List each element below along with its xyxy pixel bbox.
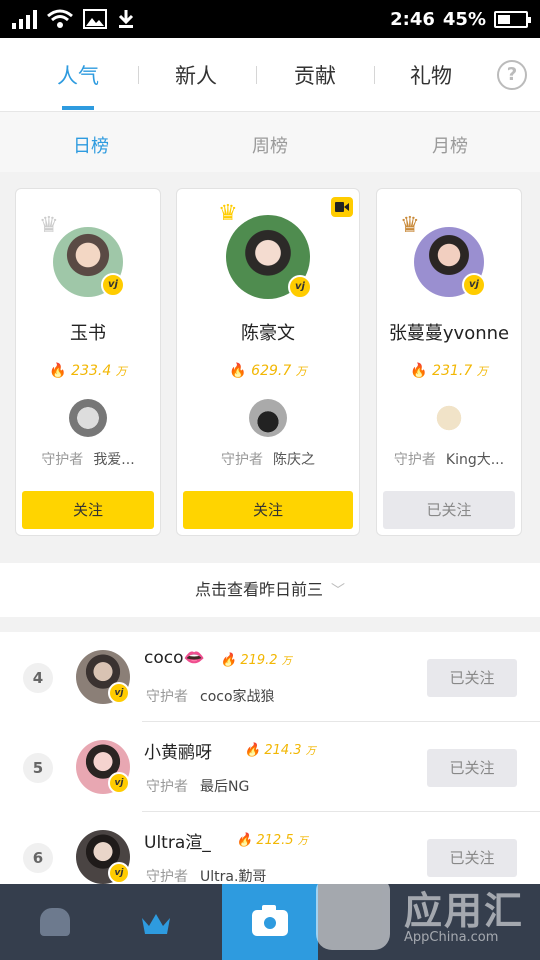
top-card-rank-1[interactable]: ♛ vj 陈豪文 🔥 629.7 万 守护者 陈庆之 关注 <box>176 188 360 536</box>
image-icon <box>83 9 107 29</box>
top-card-rank-2[interactable]: ♛ vj 玉书 🔥 233.4 万 守护者 我爱... 关注 <box>15 188 161 536</box>
period-tabs: 日榜 周榜 月榜 <box>0 112 540 172</box>
wifi-icon <box>47 9 73 28</box>
avatar[interactable]: ♛ vj <box>39 213 125 297</box>
verified-badge: vj <box>101 273 125 297</box>
streamer-name: 陈豪文 <box>241 323 295 344</box>
tab-monthly[interactable]: 月榜 <box>405 132 495 158</box>
rank-number: 5 <box>23 753 53 783</box>
avatar[interactable]: ♛ vj <box>218 201 312 299</box>
download-icon <box>118 10 134 28</box>
bronze-crown-icon: ♛ <box>400 213 420 238</box>
status-bar: 2:46 45% <box>0 0 540 38</box>
tab-divider <box>374 66 375 84</box>
flame-icon: 🔥 <box>49 363 67 379</box>
streamer-name: Ultra渲_ <box>144 833 211 853</box>
popularity-value: 🔥 212.5 万 <box>236 833 308 848</box>
silver-crown-icon: ♛ <box>39 213 59 238</box>
tab-gifts[interactable]: 礼物 <box>386 60 476 90</box>
guardian-line: 守护者 Ultra.勤哥 <box>146 869 267 885</box>
guardian-avatar[interactable] <box>249 399 287 437</box>
signal-icon <box>12 9 37 29</box>
watermark-text: 应用汇 <box>404 889 525 933</box>
streamer-name: 小黄鹂呀 <box>144 743 212 763</box>
follow-button[interactable]: 关注 <box>22 491 154 529</box>
battery-percent: 45% <box>442 8 486 30</box>
top-card-rank-3[interactable]: ♛ vj 张蔓蔓yvonne 🔥 231.7 万 守护者 King大... 已关注 <box>376 188 522 536</box>
list-item[interactable]: 4 vj coco👄 🔥 219.2 万 守护者 coco家战狼 已关注 <box>0 632 540 722</box>
help-icon[interactable]: ? <box>497 60 527 90</box>
guardian-avatar[interactable] <box>69 399 107 437</box>
shopping-bag-icon <box>316 880 390 950</box>
flame-icon: 🔥 <box>410 363 428 379</box>
flame-icon: 🔥 <box>229 363 247 379</box>
rank-number: 4 <box>23 663 53 693</box>
guardian-line: 守护者 coco家战狼 <box>146 689 275 705</box>
nav-camera[interactable] <box>222 884 318 960</box>
streamer-name: coco👄 <box>144 648 205 668</box>
popularity-value: 🔥 219.2 万 <box>220 653 292 668</box>
tab-popularity[interactable]: 人气 <box>33 60 123 90</box>
verified-badge: vj <box>462 273 486 297</box>
followed-button[interactable]: 已关注 <box>383 491 515 529</box>
verified-badge: vj <box>108 772 130 794</box>
chevron-down-icon: ﹀ <box>331 583 345 599</box>
popularity-value: 🔥 214.3 万 <box>244 743 316 758</box>
live-camera-icon <box>331 197 353 217</box>
clock: 2:46 <box>390 8 435 30</box>
followed-button[interactable]: 已关注 <box>427 659 517 697</box>
rank-number: 6 <box>23 843 53 873</box>
tab-contribution[interactable]: 贡献 <box>270 60 360 90</box>
tab-newcomer[interactable]: 新人 <box>151 60 241 90</box>
verified-badge: vj <box>288 275 312 299</box>
active-tab-indicator <box>62 106 94 110</box>
tab-weekly[interactable]: 周榜 <box>225 132 315 158</box>
popularity-value: 🔥 629.7 万 <box>229 363 307 379</box>
nav-ranking[interactable] <box>126 884 186 960</box>
yesterday-top3-link[interactable]: 点击查看昨日前三 ﹀ <box>0 563 540 617</box>
home-icon <box>40 908 70 936</box>
nav-home[interactable] <box>24 884 84 960</box>
guardian-avatar[interactable] <box>430 399 468 437</box>
battery-icon <box>494 10 531 28</box>
avatar[interactable]: ♛ vj <box>400 213 486 297</box>
verified-badge: vj <box>108 682 130 704</box>
watermark: 应用汇 AppChina.com <box>312 870 540 960</box>
guardian-line: 守护者 陈庆之 <box>221 452 315 468</box>
tab-daily[interactable]: 日榜 <box>46 132 136 158</box>
tab-divider <box>138 66 139 84</box>
list-item[interactable]: 5 vj 小黄鹂呀 🔥 214.3 万 守护者 最后NG 已关注 <box>0 722 540 812</box>
guardian-line: 守护者 我爱... <box>41 452 135 468</box>
followed-button[interactable]: 已关注 <box>427 749 517 787</box>
guardian-line: 守护者 King大... <box>393 452 505 468</box>
popularity-value: 🔥 233.4 万 <box>49 363 127 379</box>
streamer-name: 张蔓蔓yvonne <box>388 323 510 344</box>
camera-icon <box>252 905 288 936</box>
guardian-line: 守护者 最后NG <box>146 779 250 795</box>
main-tabs: 人气 新人 贡献 礼物 ? <box>0 38 540 112</box>
gold-crown-icon: ♛ <box>218 201 238 226</box>
streamer-name: 玉书 <box>70 323 106 344</box>
rank-list: 4 vj coco👄 🔥 219.2 万 守护者 coco家战狼 已关注 5 vj… <box>0 632 540 892</box>
follow-button[interactable]: 关注 <box>183 491 353 529</box>
crown-icon <box>142 914 170 934</box>
tab-divider <box>256 66 257 84</box>
watermark-url: AppChina.com <box>404 930 499 945</box>
verified-badge: vj <box>108 862 130 884</box>
popularity-value: 🔥 231.7 万 <box>410 363 488 379</box>
